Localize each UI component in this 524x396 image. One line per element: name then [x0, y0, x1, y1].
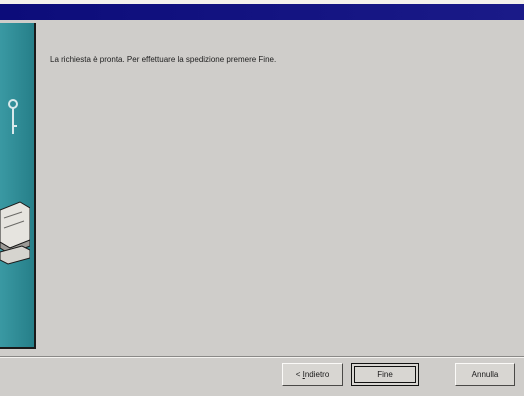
title-bar-top-edge: [0, 0, 524, 4]
key-icon: [8, 99, 18, 134]
side-image-background: [0, 23, 34, 347]
wizard-message: La richiesta è pronta. Per effettuare la…: [50, 55, 277, 64]
finish-button[interactable]: Fine: [351, 363, 419, 386]
cancel-button[interactable]: Annulla: [455, 363, 515, 386]
printer-illustration-icon: [0, 201, 30, 265]
back-button-label: ndietro: [304, 370, 330, 379]
wizard-side-image: [0, 23, 36, 349]
back-button-prefix: <: [295, 370, 303, 379]
title-bar: [0, 0, 524, 20]
back-button[interactable]: < Indietro: [282, 363, 343, 386]
button-separator: [0, 356, 524, 358]
